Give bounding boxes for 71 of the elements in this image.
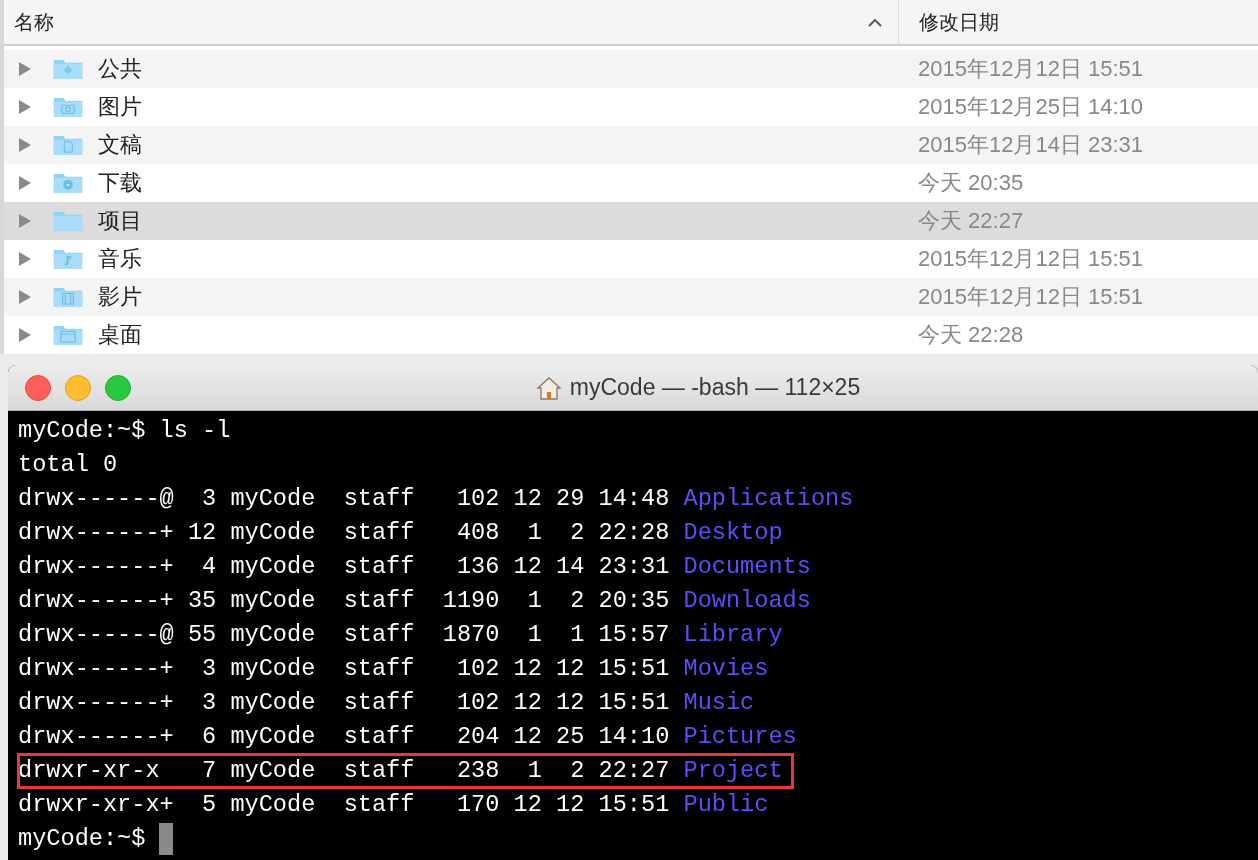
folder-name: 影片 [98, 283, 143, 311]
folder-icon [52, 171, 84, 195]
folder-name: 音乐 [98, 245, 143, 273]
output-line: total 0 [18, 450, 119, 480]
prompt: myCode:~$ [18, 824, 146, 854]
disclosure-triangle-icon[interactable] [18, 213, 32, 229]
file-attributes: drwx------+ 35 myCode staff 1190 1 2 20:35 [18, 587, 670, 614]
modified-date: 2015年12月25日 14:10 [918, 93, 1145, 121]
folder-icon [52, 95, 84, 119]
folder-icon [52, 57, 84, 81]
folder-row[interactable]: 桌面 今天 22:28 [4, 316, 1258, 354]
file-attributes: drwx------@ 3 myCode staff 102 12 29 14:48 [18, 485, 670, 512]
folder-icon [52, 209, 84, 233]
disclosure-triangle-icon[interactable] [18, 99, 32, 115]
folder-name: 图片 [98, 93, 143, 121]
directory-name: Desktop [683, 519, 783, 546]
zoom-button[interactable] [105, 374, 131, 401]
file-attributes: drwx------+ 6 myCode staff 204 12 25 14:10 [18, 723, 670, 750]
directory-name: Documents [683, 553, 811, 580]
modified-date: 今天 22:28 [918, 321, 1025, 349]
command-line: myCode:~$ ls -l [18, 416, 232, 446]
folder-row[interactable]: 项目 今天 22:27 [4, 202, 1258, 240]
folder-row[interactable]: 文稿 2015年12月14日 23:31 [4, 126, 1258, 164]
folder-name: 桌面 [98, 321, 143, 349]
disclosure-triangle-icon[interactable] [18, 61, 32, 77]
directory-name: Library [683, 621, 783, 648]
modified-date: 2015年12月14日 23:31 [918, 131, 1145, 159]
directory-name: Music [683, 689, 755, 716]
close-button[interactable] [25, 374, 51, 401]
folder-name: 下载 [98, 169, 143, 197]
disclosure-triangle-icon[interactable] [18, 289, 32, 305]
directory-name: Movies [683, 655, 769, 682]
folder-icon [52, 285, 84, 309]
modified-date: 今天 20:35 [918, 169, 1025, 197]
modified-date: 2015年12月12日 15:51 [918, 245, 1145, 273]
directory-name: Project [683, 757, 783, 784]
window-title: myCode — -bash — 112×25 [569, 374, 861, 401]
folder-name: 公共 [98, 55, 143, 83]
folder-row[interactable]: 影片 2015年12月12日 15:51 [4, 278, 1258, 316]
file-attributes: drwx------+ 3 myCode staff 102 12 12 15:51 [18, 655, 670, 682]
disclosure-triangle-icon[interactable] [18, 175, 32, 191]
column-header[interactable]: 修改日期 [898, 0, 1258, 44]
folder-name: 项目 [98, 207, 143, 235]
file-attributes: drwxr-xr-x+ 5 myCode staff 170 12 12 15:51 [18, 791, 670, 818]
directory-name: Downloads [683, 587, 811, 614]
file-attributes: drwx------+ 4 myCode staff 136 12 14 23:31 [18, 553, 670, 580]
modified-date: 2015年12月12日 15:51 [918, 283, 1145, 311]
file-attributes: drwx------+ 12 myCode staff 408 1 2 22:28 [18, 519, 670, 546]
minimize-button[interactable] [65, 374, 91, 401]
house-icon [535, 375, 562, 400]
folder-name: 文稿 [98, 131, 143, 159]
file-attributes: drwx------+ 3 myCode staff 102 12 12 15:51 [18, 689, 670, 716]
folder-row[interactable]: 公共 2015年12月12日 15:51 [4, 50, 1258, 88]
disclosure-triangle-icon[interactable] [18, 251, 32, 267]
folder-row[interactable]: 下载 今天 20:35 [4, 164, 1258, 202]
folder-icon [52, 133, 84, 157]
directory-name: Applications [683, 485, 854, 512]
folder-row[interactable]: 图片 2015年12月25日 14:10 [4, 88, 1258, 126]
file-attributes: drwx------@ 55 myCode staff 1870 1 1 15:57 [18, 621, 670, 648]
directory-name: Pictures [683, 723, 797, 750]
column-header[interactable]: 名称 [14, 8, 54, 36]
directory-name: Public [683, 791, 769, 818]
disclosure-triangle-icon[interactable] [18, 327, 32, 343]
folder-icon [52, 247, 84, 271]
folder-icon [52, 323, 84, 347]
disclosure-triangle-icon[interactable] [18, 137, 32, 153]
folder-row[interactable]: 音乐 2015年12月12日 15:51 [4, 240, 1258, 278]
modified-date: 今天 22:27 [918, 207, 1025, 235]
modified-date: 2015年12月12日 15:51 [918, 55, 1145, 83]
text-cursor [159, 823, 174, 855]
file-attributes: drwxr-xr-x 7 myCode staff 238 1 2 22:27 [18, 757, 670, 784]
